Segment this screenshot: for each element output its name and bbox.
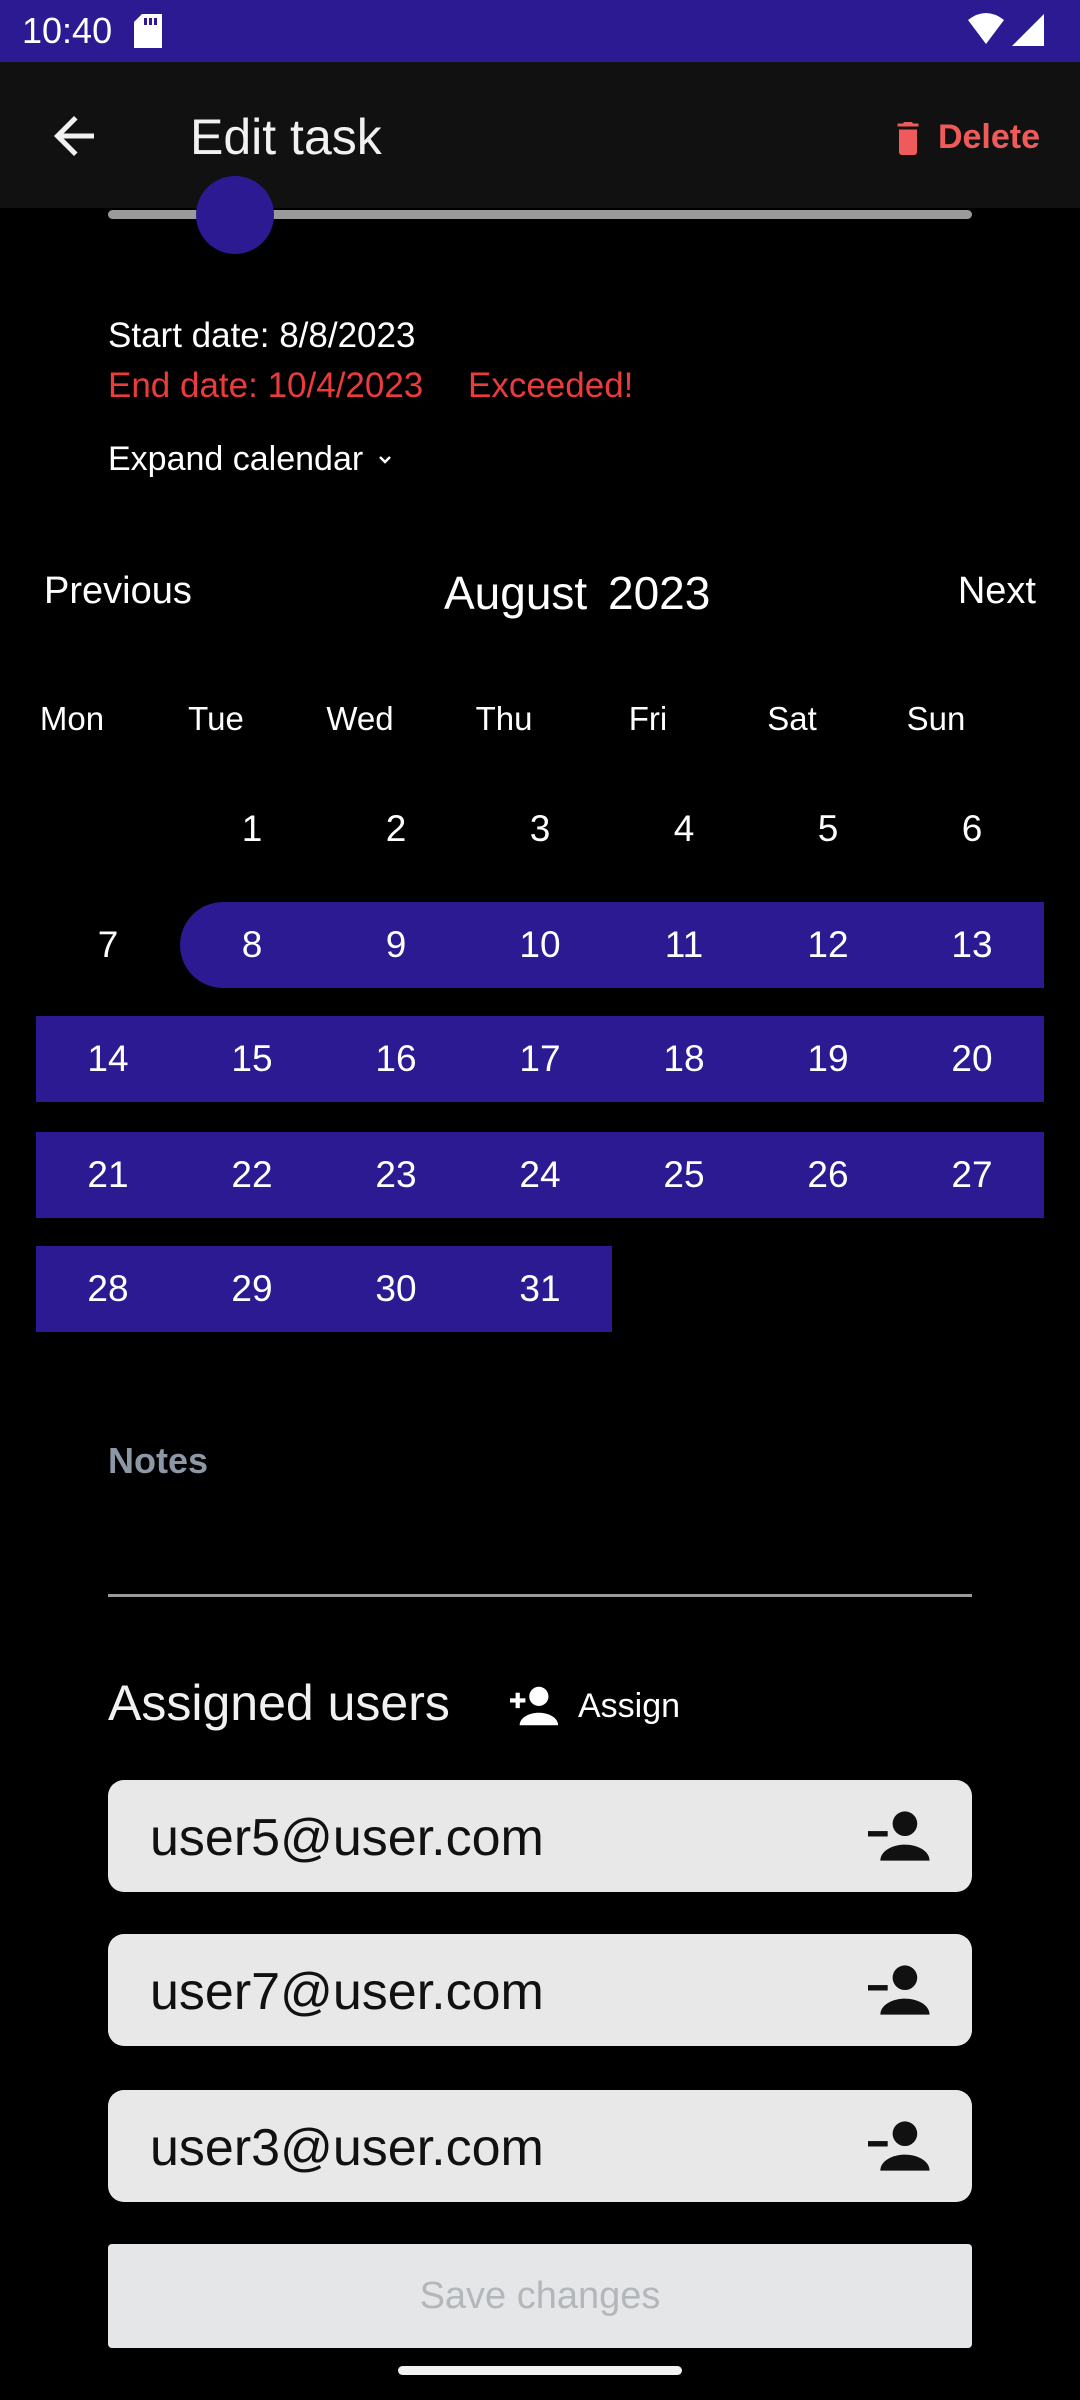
calendar-day-selected[interactable]: 22 [180,1132,324,1218]
progress-slider-thumb[interactable] [196,176,274,254]
calendar-year: 2023 [608,567,711,619]
end-date: End date: 10/4/2023 [108,366,424,405]
sd-card-icon [134,14,162,53]
assigned-user-item[interactable]: user3@user.com [108,2090,972,2202]
back-button[interactable] [44,106,104,166]
calendar-day-selected[interactable]: 10 [468,902,612,988]
calendar-next-button[interactable]: Next [958,570,1036,613]
user-email: user5@user.com [150,1809,544,1867]
signal-icon [1012,14,1044,46]
weekday-thu: Thu [475,700,533,737]
chevron-down-icon [379,455,392,464]
weekday-wed: Wed [326,700,394,737]
calendar-day-selected[interactable]: 16 [324,1016,468,1102]
arrow-back-icon [54,116,94,156]
trash-icon [897,122,919,155]
calendar-day-selected[interactable]: 19 [756,1016,900,1102]
calendar-day-selected[interactable]: 17 [468,1016,612,1102]
calendar-day-selected[interactable]: 14 [36,1016,180,1102]
calendar-day[interactable]: 1 [180,786,324,872]
user-email: user3@user.com [150,2119,544,2177]
home-indicator[interactable] [398,2366,682,2375]
assigned-user-item[interactable]: user5@user.com [108,1780,972,1892]
remove-person-icon[interactable] [868,1806,932,1871]
calendar-day[interactable]: 5 [756,786,900,872]
calendar-day-selected[interactable]: 29 [180,1246,324,1332]
calendar-day-selected[interactable]: 23 [324,1132,468,1218]
user-email: user7@user.com [150,1963,544,2021]
weekday-sun: Sun [906,700,966,737]
calendar-day-selected-start[interactable]: 8 [180,902,324,988]
weekday-sat: Sat [767,700,817,737]
calendar-day-selected[interactable]: 25 [612,1132,756,1218]
calendar-day-selected[interactable]: 15 [180,1016,324,1102]
weekday-tue: Tue [188,700,244,737]
app-bar: Edit task Delete [0,62,1080,208]
weekday-mon: Mon [39,700,105,737]
delete-button[interactable]: Delete [890,112,1040,162]
notes-label: Notes [108,1440,209,1481]
expand-calendar-label: Expand calendar [108,440,364,478]
calendar-day-selected[interactable]: 9 [324,902,468,988]
remove-person-icon[interactable] [868,1960,932,2025]
assign-button[interactable]: Assign [510,1676,680,1736]
status-icons [966,12,1046,55]
calendar-month: August [444,567,588,619]
calendar-day[interactable]: 3 [468,786,612,872]
calendar-day-selected[interactable]: 13 [900,902,1044,988]
calendar-day-selected[interactable]: 12 [756,902,900,988]
calendar-day[interactable]: 7 [36,902,180,988]
assign-label: Assign [578,1686,681,1725]
weekday-fri: Fri [628,700,668,737]
notes-input[interactable] [108,1594,972,1597]
calendar-day-selected[interactable]: 30 [324,1246,468,1332]
remove-person-icon[interactable] [868,2116,932,2181]
calendar-day[interactable]: 6 [900,786,1044,872]
delete-label: Delete [937,117,1040,156]
calendar-previous-button[interactable]: Previous [44,570,192,613]
calendar-day[interactable]: 2 [324,786,468,872]
calendar-day-selected[interactable]: 26 [756,1132,900,1218]
add-person-icon [510,1686,559,1726]
wifi-icon [968,13,1004,44]
calendar-day-selected[interactable]: 24 [468,1132,612,1218]
exceeded-warning: Exceeded! [468,366,634,405]
calendar-day-selected-end[interactable]: 31 [468,1246,612,1332]
calendar-day-selected[interactable]: 21 [36,1132,180,1218]
calendar-day-selected[interactable]: 11 [612,902,756,988]
calendar-day-selected[interactable]: 18 [612,1016,756,1102]
status-time: 10:40 [22,10,113,51]
status-bar: 10:40 [0,0,1080,62]
start-date: Start date: 8/8/2023 [108,316,416,355]
save-changes-button[interactable]: Save changes [108,2244,972,2348]
calendar-day-selected[interactable]: 20 [900,1016,1044,1102]
calendar-day[interactable]: 4 [612,786,756,872]
calendar-day-selected[interactable]: 28 [36,1246,180,1332]
expand-calendar-button[interactable]: Expand calendar [108,440,397,479]
assigned-users-title: Assigned users [108,1675,450,1731]
calendar-day-selected[interactable]: 27 [900,1132,1044,1218]
page-title: Edit task [190,109,382,165]
assigned-user-item[interactable]: user7@user.com [108,1934,972,2046]
